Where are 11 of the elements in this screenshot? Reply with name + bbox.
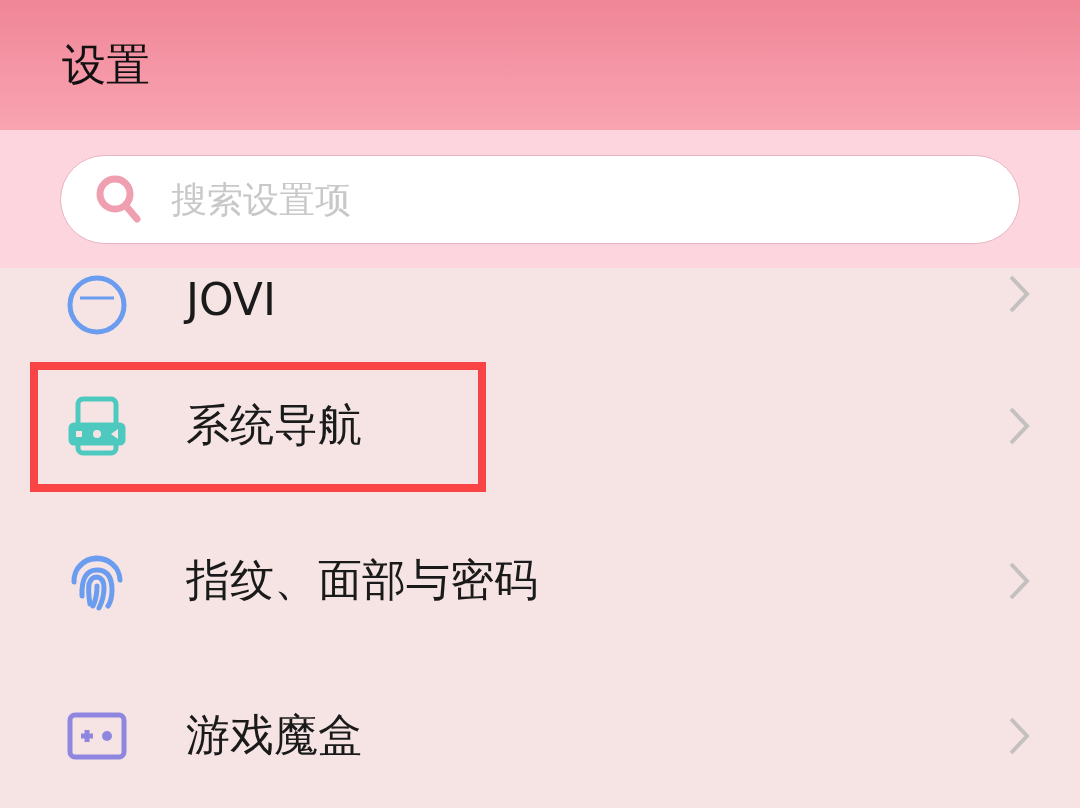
settings-item[interactable]: JOVI bbox=[0, 268, 1080, 348]
settings-item[interactable]: 游戏魔盒 bbox=[0, 658, 1080, 808]
chevron-right-icon bbox=[1008, 405, 1030, 446]
chevron-right-icon bbox=[1008, 715, 1030, 756]
chevron-right-icon bbox=[1008, 274, 1030, 314]
chevron-right-icon bbox=[1008, 560, 1030, 601]
phone-navigation-icon bbox=[66, 394, 128, 457]
search-icon bbox=[95, 174, 141, 224]
page-title: 设置 bbox=[62, 37, 150, 92]
settings-item[interactable]: 指纹、面部与密码 bbox=[0, 503, 1080, 658]
settings-item[interactable]: 系统导航 bbox=[0, 348, 1080, 503]
